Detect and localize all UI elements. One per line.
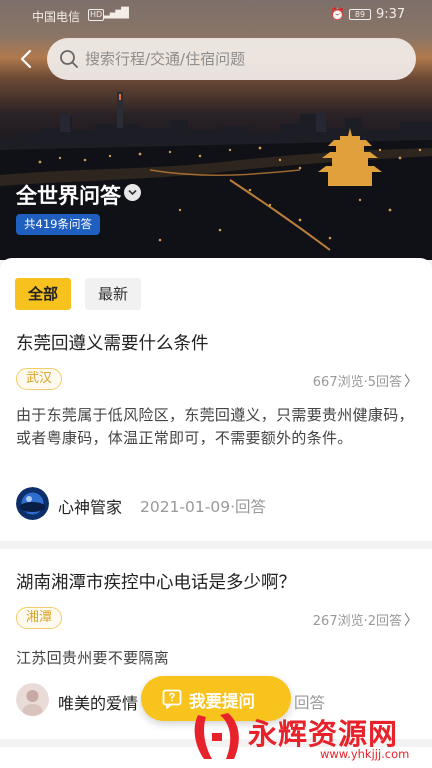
city-tag: 武汉 [16,368,63,390]
question-card[interactable]: 东莞回遵义需要什么条件 武汉 667浏览·5回答〉 由于东莞属于低风险区，东莞回… [0,316,432,541]
author-name[interactable]: 唯美的爱情 [58,690,138,714]
search-input[interactable] [85,44,395,74]
stats-label: 667浏览·5回答 [312,375,402,390]
answer-meta: 2021-01-09·回答 [140,498,267,516]
carrier-label: 中国电信 [32,10,81,24]
back-button[interactable] [14,44,38,74]
watermark-url: www.yhkjjj.com [320,747,410,761]
avatar[interactable] [16,487,49,520]
tab-all[interactable]: 全部 [15,278,72,310]
status-bar: 中国电信 HD ▂▄▆█ ⏰ 89 9:37 [0,0,432,30]
status-time: 9:37 [376,7,406,22]
tab-latest[interactable]: 最新 [85,278,142,310]
verified-icon [124,184,141,201]
view-answer-stats[interactable]: 667浏览·5回答〉 [313,371,418,391]
search-bar[interactable] [47,38,416,80]
page-title: 全世界问答 [16,184,121,208]
watermark: 永辉资源网 www.yhkjjj.com [188,707,428,767]
search-icon [60,50,78,68]
answer-preview: 江苏回贵州要不要隔离 [16,649,170,667]
question-title[interactable]: 湖南湘潭市疾控中心电话是多少啊？ [16,569,296,594]
chevron-right-icon: 〉 [404,613,418,629]
view-answer-stats[interactable]: 267浏览·2回答〉 [313,610,418,630]
question-title[interactable]: 东莞回遵义需要什么条件 [16,330,209,355]
alarm-icon: ⏰ [330,7,345,21]
stats-label: 267浏览·2回答 [312,614,402,629]
battery-icon: 89 [349,9,371,20]
divider [0,541,432,549]
hero-banner: 中国电信 HD ▂▄▆█ ⏰ 89 9:37 全世界问答 共419条问答 [0,0,432,260]
watermark-logo-icon [194,713,239,759]
question-count-badge: 共419条问答 [16,214,100,235]
avatar[interactable] [16,683,49,716]
author-name[interactable]: 心神管家 [58,494,122,518]
ask-icon [162,689,182,709]
hd-badge: HD [88,9,105,21]
city-tag: 湘潭 [16,607,63,629]
back-arrow-icon [20,49,32,69]
signal-icon: ▂▄▆█ [104,8,129,19]
chevron-right-icon: 〉 [404,374,418,390]
answer-preview: 由于东莞属于低风险区，东莞回遵义，只需要贵州健康码，或者粤康码，体温正常即可，不… [16,406,414,447]
